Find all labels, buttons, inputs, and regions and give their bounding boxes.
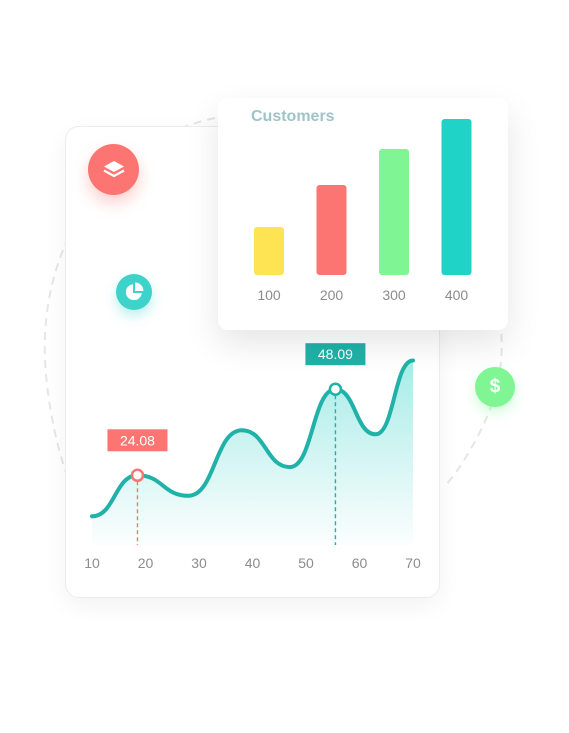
bar-chart: 100 200 300 400 bbox=[254, 119, 472, 303]
annotation-point bbox=[130, 468, 145, 483]
customers-bar-card: Customers 100 200 300 400 bbox=[218, 98, 508, 330]
bar-400 bbox=[441, 119, 472, 275]
dollar-icon: $ bbox=[489, 376, 501, 397]
layers-button[interactable] bbox=[88, 144, 139, 195]
bar-xtick-label: 100 bbox=[257, 287, 281, 303]
line-xtick-label: 30 bbox=[191, 555, 207, 571]
layers-icon bbox=[102, 160, 125, 177]
line-xtick-label: 10 bbox=[84, 555, 100, 571]
pie-chart-icon bbox=[125, 282, 144, 301]
bar-xtick-label: 200 bbox=[320, 287, 344, 303]
line-xtick-label: 70 bbox=[405, 555, 421, 571]
bar-300 bbox=[379, 149, 409, 275]
dollar-button[interactable]: $ bbox=[475, 367, 515, 407]
line-xtick-label: 60 bbox=[352, 555, 368, 571]
pie-chart-button[interactable] bbox=[116, 274, 152, 310]
annotation-value: 24.08 bbox=[120, 432, 155, 448]
bar-200 bbox=[316, 185, 347, 275]
line-xtick-label: 40 bbox=[245, 555, 261, 571]
bar-xtick-label: 400 bbox=[445, 287, 469, 303]
annotation-value: 48.09 bbox=[318, 346, 353, 362]
annotation-point bbox=[328, 382, 343, 396]
line-xtick-label: 20 bbox=[138, 555, 154, 571]
bar-xtick-label: 300 bbox=[382, 287, 406, 303]
bar-100 bbox=[254, 227, 284, 275]
area-fill bbox=[92, 360, 413, 545]
line-xtick-label: 50 bbox=[298, 555, 314, 571]
